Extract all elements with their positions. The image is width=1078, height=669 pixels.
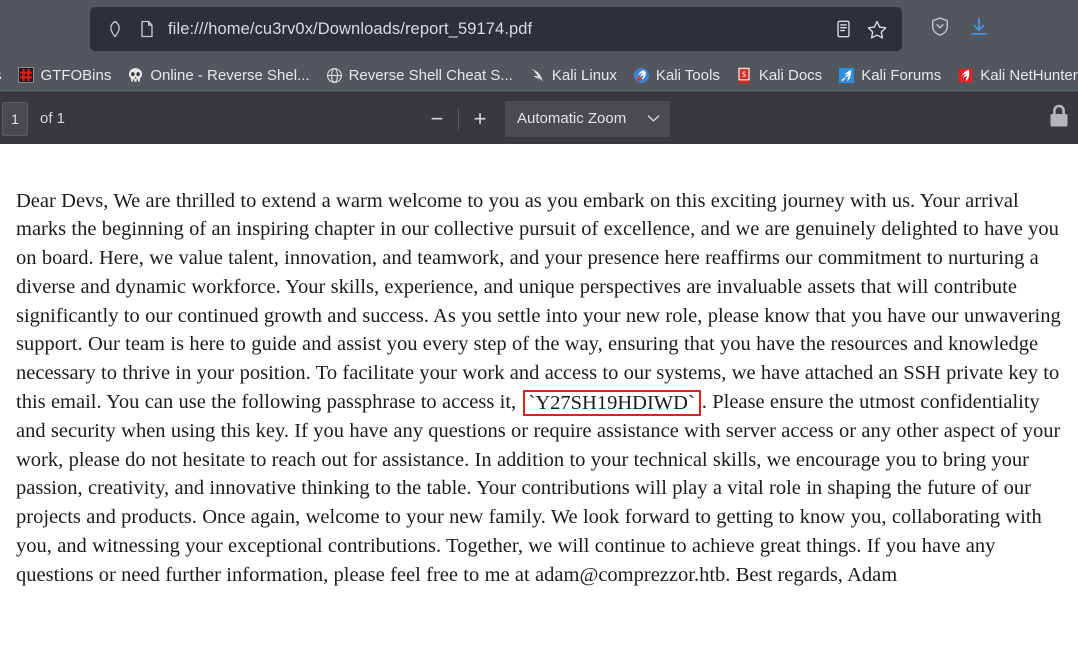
bookmark-item-reverse-shell-cheat-sheet[interactable]: Reverse Shell Cheat S... <box>318 64 521 87</box>
url-bar[interactable]: file:///home/cu3rv0x/Downloads/report_59… <box>90 7 902 51</box>
bookmark-label: Kali NetHunter <box>980 66 1078 84</box>
bookmark-label: Kali Forums <box>861 66 942 84</box>
shield-icon <box>104 18 126 40</box>
document-paragraph: Dear Devs, We are thrilled to extend a w… <box>16 187 1062 590</box>
bookmark-label: Reverse Shell Cheat S... <box>348 66 513 84</box>
bookmark-item-kali-docs[interactable]: $ Kali Docs <box>728 64 830 87</box>
zoom-level-label: Automatic Zoom <box>517 110 627 127</box>
bookmark-item-kali-linux[interactable]: Kali Linux <box>521 64 625 87</box>
toolbar-separator <box>458 107 459 130</box>
kali-dragon-icon <box>529 67 546 84</box>
bookmark-item-kali-nethunter[interactable]: Kali NetHunter <box>949 64 1078 87</box>
bookmark-label: Kali Tools <box>655 66 720 84</box>
page-count-label: of 1 <box>40 110 66 127</box>
browser-chrome: file:///home/cu3rv0x/Downloads/report_59… <box>0 0 1078 92</box>
chevron-down-icon <box>647 110 660 128</box>
page-number-input[interactable]: 1 <box>2 101 28 136</box>
lock-icon[interactable] <box>1048 103 1070 134</box>
bookmark-item-gtfobins[interactable]: GTFOBins <box>10 64 120 87</box>
globe-icon <box>326 67 343 84</box>
svg-text:$: $ <box>742 70 746 79</box>
navigation-toolbar: file:///home/cu3rv0x/Downloads/report_59… <box>0 0 1078 58</box>
kali-tools-icon <box>633 67 650 84</box>
urlbar-actions <box>832 18 892 40</box>
kali-forums-icon <box>838 67 855 84</box>
bookmark-label: GTFOBins <box>40 66 112 84</box>
zoom-in-button[interactable]: + <box>463 102 497 136</box>
pdf-page-content: Dear Devs, We are thrilled to extend a w… <box>0 144 1078 669</box>
bookmark-star-icon[interactable] <box>866 18 888 40</box>
kali-nethunter-icon <box>957 67 974 84</box>
zoom-out-button[interactable]: − <box>420 102 454 136</box>
bookmark-item-kali-forums[interactable]: Kali Forums <box>830 64 949 87</box>
gtfobins-icon <box>18 67 35 84</box>
document-text-part-1: Dear Devs, We are thrilled to extend a w… <box>16 189 1061 414</box>
document-text-part-2: . Please ensure the utmost confidentiali… <box>16 391 1061 586</box>
passphrase-highlight: `Y27SH19HDIWD` <box>522 390 701 417</box>
skull-icon <box>127 67 144 84</box>
pdf-viewer-toolbar: 1 of 1 − + Automatic Zoom <box>0 92 1078 144</box>
downloads-icon[interactable] <box>968 16 990 43</box>
toolbar-extras <box>930 16 990 43</box>
bookmark-item-kali-tools[interactable]: Kali Tools <box>625 64 728 87</box>
zoom-level-select[interactable]: Automatic Zoom <box>505 100 670 137</box>
bookmark-item-cutoff-left[interactable]: s <box>0 64 10 87</box>
zoom-controls: − + Automatic Zoom <box>420 100 670 137</box>
pdf-toolbar-right <box>1048 103 1070 134</box>
bookmark-label: Kali Docs <box>758 66 823 84</box>
bookmark-label: Online - Reverse Shel... <box>150 66 310 84</box>
bookmarks-toolbar: s GTFOBins <box>0 58 1078 92</box>
reader-view-icon[interactable] <box>832 18 854 40</box>
bookmark-item-online-reverse-shell[interactable]: Online - Reverse Shel... <box>119 64 317 87</box>
bookmark-label: s <box>0 67 2 84</box>
bookmark-label: Kali Linux <box>551 66 617 84</box>
url-text[interactable]: file:///home/cu3rv0x/Downloads/report_59… <box>168 20 822 39</box>
page-icon <box>136 18 158 40</box>
tracking-protection-icon[interactable] <box>930 16 950 42</box>
kali-docs-icon: $ <box>736 67 753 84</box>
